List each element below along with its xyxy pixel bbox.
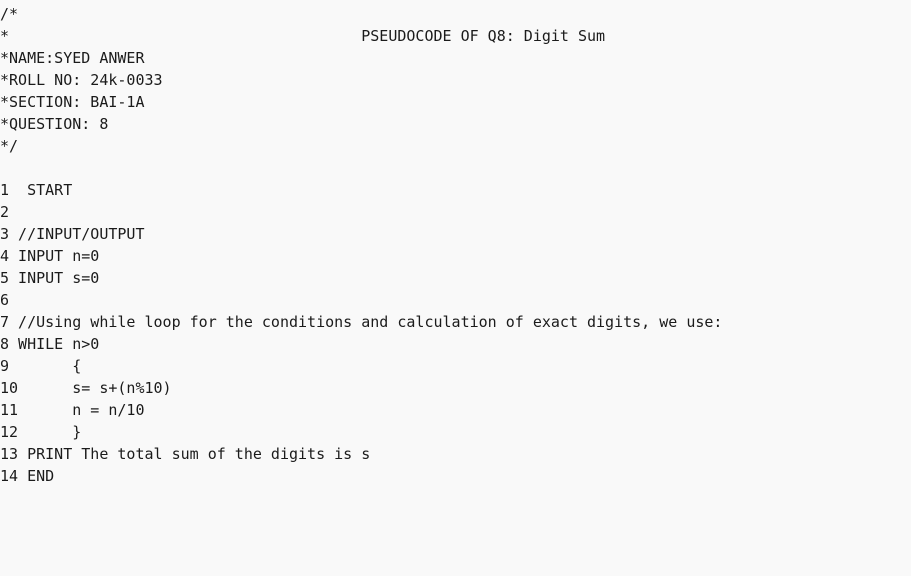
text-line: 8 WHILE n>0 — [0, 335, 100, 353]
text-line: 5 INPUT s=0 — [0, 269, 100, 287]
text-line: 4 INPUT n=0 — [0, 247, 100, 265]
text-line: 14 END — [0, 467, 55, 485]
text-line: 12 } — [0, 423, 82, 441]
text-line: */ — [0, 137, 19, 155]
text-line: *ROLL NO: 24k-0033 — [0, 71, 163, 89]
text-line: *QUESTION: 8 — [0, 115, 109, 133]
text-line: *NAME:SYED ANWER — [0, 49, 145, 67]
text-line: * PSEUDOCODE OF Q8: Digit Sum — [0, 27, 606, 45]
text-line: 10 s= s+(n%10) — [0, 379, 172, 397]
text-line: 11 n = n/10 — [0, 401, 145, 419]
text-line: 3 //INPUT/OUTPUT — [0, 225, 145, 243]
text-line: *SECTION: BAI-1A — [0, 93, 145, 111]
text-line: /* — [0, 5, 19, 23]
text-line: 6 — [0, 291, 10, 309]
text-document[interactable]: /* * PSEUDOCODE OF Q8: Digit Sum *NAME:S… — [0, 0, 911, 576]
text-line: 13 PRINT The total sum of the digits is … — [0, 445, 371, 463]
text-line: 1 START — [0, 181, 73, 199]
text-line: 2 — [0, 203, 10, 221]
text-line: 7 //Using while loop for the conditions … — [0, 313, 723, 331]
text-line: 9 { — [0, 357, 82, 375]
